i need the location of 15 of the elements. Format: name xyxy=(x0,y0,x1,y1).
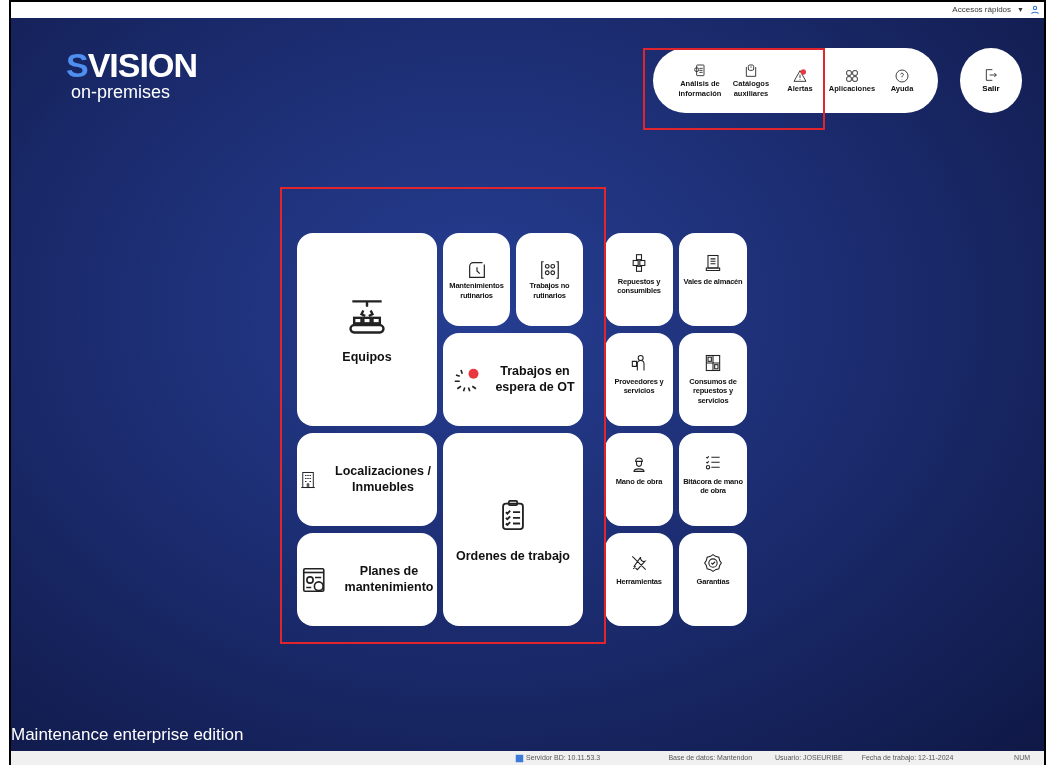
edition-label: Maintenance enterprise edition xyxy=(11,723,244,746)
menu-tile[interactable]: Trabajos en espera de OT xyxy=(443,333,583,426)
exit-icon xyxy=(983,66,999,83)
menu-tile[interactable]: Equipos xyxy=(297,233,437,426)
badge-check-icon xyxy=(703,553,723,573)
menu-tile[interactable]: Planes de mantenimiento xyxy=(297,533,437,626)
menu-tile[interactable]: Localizaciones / Inmuebles xyxy=(297,433,437,526)
user-icon[interactable] xyxy=(1030,5,1040,15)
shelf-icon xyxy=(703,353,723,373)
logo-subtitle: on-premises xyxy=(71,82,172,104)
logo-text: SVISION xyxy=(66,48,197,82)
exit-button[interactable]: Salir xyxy=(960,48,1022,113)
quick-access-label[interactable]: Accesos rápidos xyxy=(952,4,1012,16)
menu-tile[interactable]: Ordenes de trabajo xyxy=(443,433,583,626)
document-icon xyxy=(703,253,723,273)
